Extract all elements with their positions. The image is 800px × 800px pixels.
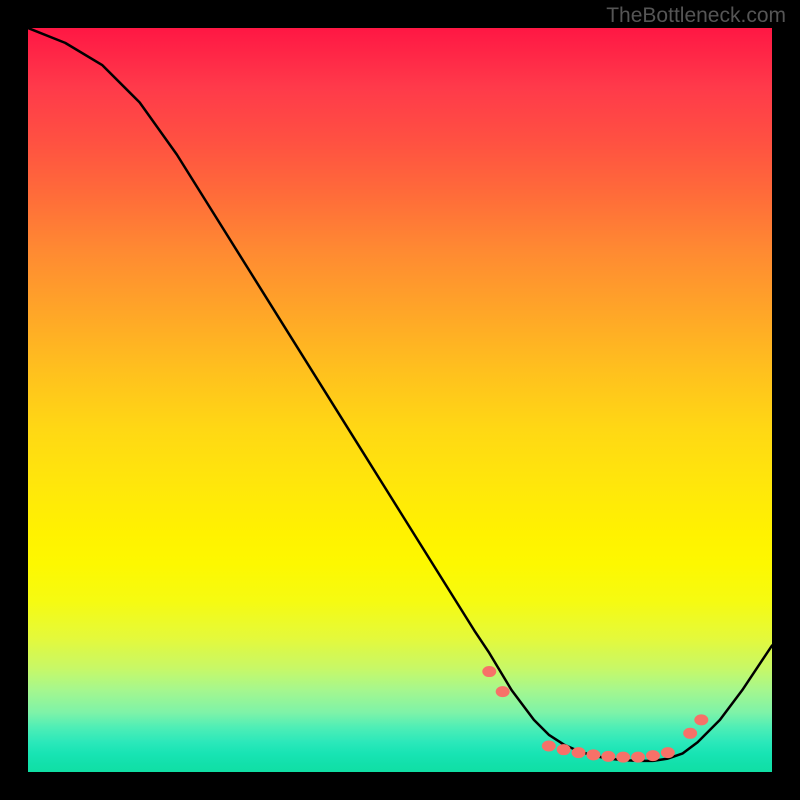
bottleneck-curve	[28, 28, 772, 761]
curve-marker	[646, 750, 660, 761]
watermark-text: TheBottleneck.com	[606, 4, 786, 28]
curve-marker	[557, 744, 571, 755]
curve-marker	[616, 752, 630, 763]
curve-marker	[631, 752, 645, 763]
curve-marker	[661, 747, 675, 758]
chart-plot-area	[28, 28, 772, 772]
curve-marker	[496, 686, 510, 697]
curve-marker	[572, 747, 586, 758]
curve-markers	[482, 666, 708, 763]
curve-marker	[694, 714, 708, 725]
curve-marker	[542, 740, 556, 751]
curve-marker	[683, 728, 697, 739]
curve-marker	[601, 751, 615, 762]
curve-marker	[482, 666, 496, 677]
chart-svg	[28, 28, 772, 772]
curve-marker	[586, 749, 600, 760]
